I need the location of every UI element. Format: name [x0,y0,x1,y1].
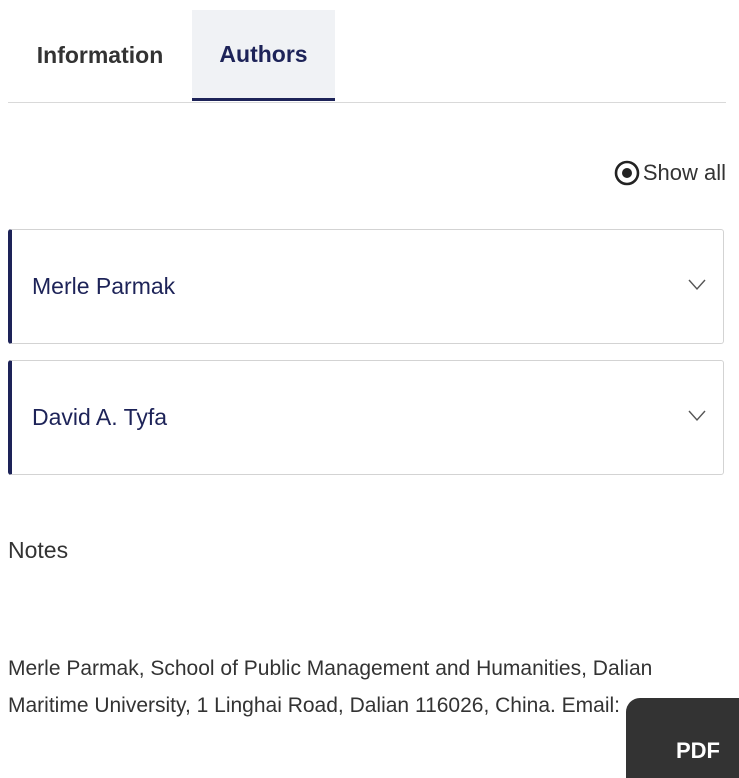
tab-authors[interactable]: Authors [192,10,335,101]
show-all-label: Show all [642,160,726,185]
author-accordion-item[interactable]: David A. Tyfa [8,360,724,475]
author-name: David A. Tyfa [32,404,168,430]
tab-bar: Information Authors [8,10,726,103]
notes-line: Maritime University, 1 Linghai Road, Dal… [8,694,621,717]
notes-text: Merle Parmak, School of Public Managemen… [8,650,726,724]
notes-line: Merle Parmak, School of Public Managemen… [8,657,653,680]
eye-icon [613,159,641,187]
chevron-down-icon [688,279,706,291]
pdf-button[interactable]: PDF [626,698,739,778]
tab-information[interactable]: Information [8,10,192,101]
notes-heading: Notes [8,537,69,563]
author-name: Merle Parmak [32,273,176,299]
chevron-down-icon [688,410,706,422]
pdf-button-label: PDF [676,738,720,763]
author-accordion-item[interactable]: Merle Parmak [8,229,724,344]
show-all-button[interactable]: Show all [613,156,726,190]
